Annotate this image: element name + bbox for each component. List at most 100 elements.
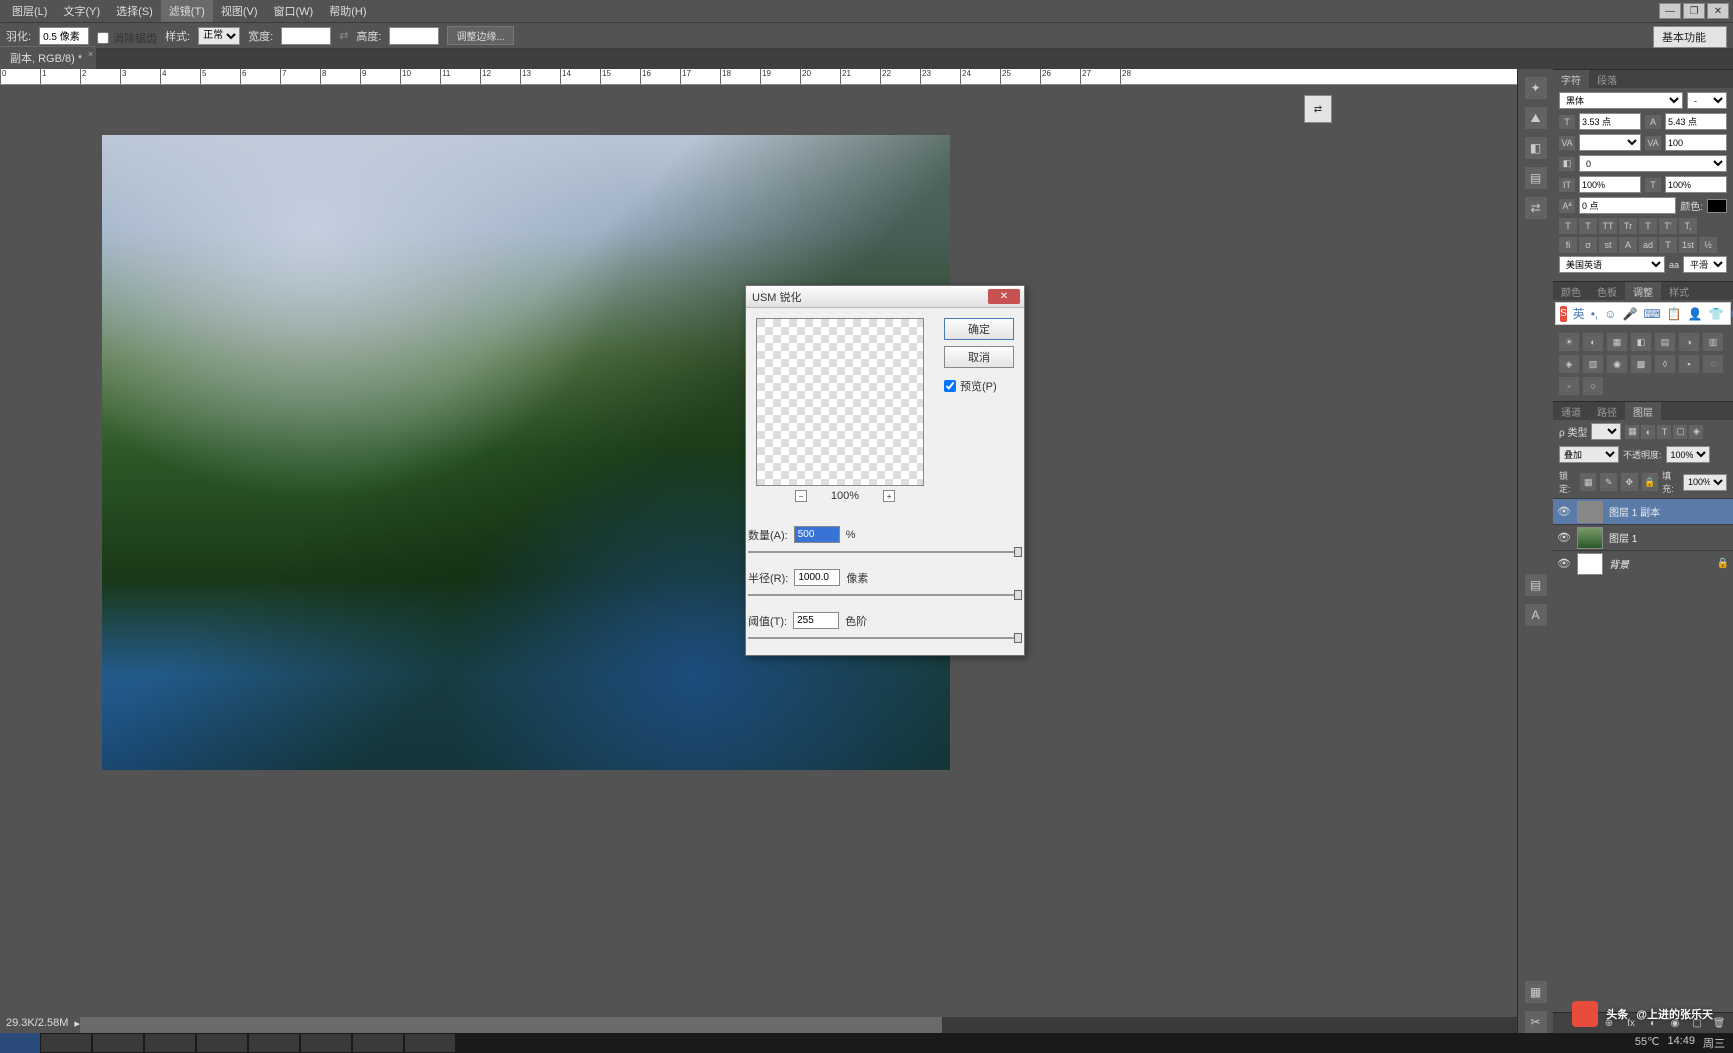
antialias-select[interactable]: 平滑 (1683, 256, 1727, 273)
visibility-icon[interactable]: 👁 (1557, 505, 1571, 519)
tab-channels[interactable]: 通道 (1553, 402, 1589, 420)
swatches-icon[interactable]: ⇄ (1525, 197, 1547, 219)
menu-type[interactable]: 文字(Y) (55, 0, 108, 22)
style-select[interactable]: 正常 (198, 27, 240, 45)
adjustment-icon[interactable]: ▨ (1583, 355, 1603, 373)
adjustment-icon[interactable]: ▫ (1559, 377, 1579, 395)
lock-all-icon[interactable]: 🔒 (1642, 473, 1659, 491)
type-style-button[interactable]: Tr (1619, 218, 1637, 234)
window-maximize[interactable]: ❐ (1683, 3, 1705, 19)
histogram-icon[interactable]: ⛰ (1525, 107, 1547, 129)
type-style-button[interactable]: TT (1599, 218, 1617, 234)
font-size-input[interactable] (1579, 113, 1641, 130)
ime-clip-icon[interactable]: 📋 (1667, 307, 1682, 321)
opentype-button[interactable]: fi (1559, 237, 1577, 253)
opentype-button[interactable]: T (1659, 237, 1677, 253)
tools-icon[interactable]: ✂ (1525, 1011, 1547, 1033)
threshold-input[interactable] (793, 612, 839, 629)
lock-move-icon[interactable]: ✥ (1621, 473, 1638, 491)
height-input[interactable] (389, 27, 439, 45)
amount-slider[interactable] (748, 545, 1022, 559)
opentype-button[interactable]: σ (1579, 237, 1597, 253)
zoom-in-button[interactable]: + (883, 490, 895, 502)
adjustment-icon[interactable]: ◊ (1655, 355, 1675, 373)
menu-layer[interactable]: 图层(L) (4, 0, 55, 22)
adjustment-icon[interactable]: ◑ (1679, 333, 1699, 351)
taskbar-item[interactable] (301, 1034, 351, 1052)
tab-character[interactable]: 字符 (1553, 70, 1589, 88)
adjustment-icon[interactable]: ◈ (1559, 355, 1579, 373)
visibility-icon[interactable]: 👁 (1557, 557, 1571, 571)
ime-toolbar[interactable]: S 英 •, ☺ 🎤 ⌨ 📋 👤 👕 ⚙ (1555, 302, 1731, 325)
swap-icon[interactable]: ⇄ (339, 29, 348, 42)
adjustment-icon[interactable]: ▩ (1631, 355, 1651, 373)
layer-thumbnail[interactable] (1577, 501, 1603, 523)
type-style-button[interactable]: T, (1679, 218, 1697, 234)
refine-edge-button[interactable]: 调整边缘... (447, 26, 513, 45)
layer-filter-icon[interactable]: ▢ (1673, 425, 1687, 439)
adjustment-icon[interactable]: ◉ (1607, 355, 1627, 373)
fill-select[interactable]: 100% (1683, 474, 1727, 491)
dialog-titlebar[interactable]: USM 锐化 ✕ (746, 286, 1024, 308)
layer-row[interactable]: 👁 图层 1 (1553, 524, 1733, 550)
adjustment-icon[interactable]: ◌ (1703, 355, 1723, 373)
kerning-select[interactable] (1579, 134, 1641, 151)
tab-layers[interactable]: 图层 (1625, 402, 1661, 420)
layer-thumbnail[interactable] (1577, 553, 1603, 575)
visibility-icon[interactable]: 👁 (1557, 531, 1571, 545)
vscale-input[interactable] (1579, 176, 1641, 193)
scale-select[interactable]: 0 (1579, 155, 1727, 172)
taskbar-item[interactable] (145, 1034, 195, 1052)
hscale-input[interactable] (1665, 176, 1727, 193)
layer-filter-select[interactable] (1591, 423, 1621, 440)
layer-name[interactable]: 背景 (1609, 556, 1629, 571)
tab-adjustments[interactable]: 调整 (1625, 282, 1661, 300)
adjustment-icon[interactable]: ◧ (1631, 333, 1651, 351)
type-style-button[interactable]: T (1639, 218, 1657, 234)
dialog-preview[interactable] (756, 318, 924, 486)
radius-input[interactable] (794, 569, 840, 586)
tracking-input[interactable] (1665, 134, 1727, 151)
feather-input[interactable] (39, 27, 89, 45)
taskbar-item[interactable] (41, 1034, 91, 1052)
tab-paths[interactable]: 路径 (1589, 402, 1625, 420)
layer-row[interactable]: 👁图层 1 副本 (1553, 498, 1733, 524)
zoom-out-button[interactable]: − (795, 490, 807, 502)
ime-emoji-icon[interactable]: ☺ (1604, 307, 1616, 321)
menu-help[interactable]: 帮助(H) (321, 0, 374, 22)
preview-checkbox[interactable] (944, 380, 956, 392)
type-style-button[interactable]: T' (1659, 218, 1677, 234)
brush-icon[interactable]: ▦ (1525, 981, 1547, 1003)
font-family-select[interactable]: 黑体 (1559, 92, 1683, 109)
opentype-button[interactable]: A (1619, 237, 1637, 253)
layer-filter-icon[interactable]: ▦ (1625, 425, 1639, 439)
leading-input[interactable] (1665, 113, 1727, 130)
text-color-swatch[interactable] (1707, 199, 1727, 213)
ime-settings-icon[interactable]: ⚙ (1730, 307, 1733, 321)
layer-name[interactable]: 图层 1 (1609, 530, 1637, 545)
nav-icon[interactable]: ✦ (1525, 77, 1547, 99)
opentype-button[interactable]: ½ (1699, 237, 1717, 253)
taskbar-item[interactable] (93, 1034, 143, 1052)
font-style-select[interactable]: - (1687, 92, 1727, 109)
clone-icon[interactable]: A (1525, 604, 1547, 626)
start-button[interactable] (0, 1033, 40, 1053)
type-style-button[interactable]: T (1579, 218, 1597, 234)
ime-skin-icon[interactable]: 👕 (1709, 307, 1724, 321)
menu-view[interactable]: 视图(V) (213, 0, 266, 22)
tab-color[interactable]: 颜色 (1553, 282, 1589, 300)
dialog-close-button[interactable]: ✕ (988, 289, 1020, 304)
workspace-dropdown[interactable]: 基本功能 (1653, 26, 1727, 48)
layer-action-icon[interactable]: 🗑 (1711, 1016, 1727, 1030)
tab-styles[interactable]: 样式 (1661, 282, 1697, 300)
ok-button[interactable]: 确定 (944, 318, 1014, 340)
close-tab-icon[interactable]: × (88, 49, 93, 59)
amount-input[interactable] (794, 526, 840, 543)
antialias-checkbox[interactable] (97, 32, 109, 44)
color-icon[interactable]: ▤ (1525, 167, 1547, 189)
menu-filter[interactable]: 滤镜(T) (161, 0, 213, 22)
adjustment-icon[interactable]: ▦ (1607, 333, 1627, 351)
layer-row[interactable]: 👁背景🔒 (1553, 550, 1733, 576)
opentype-button[interactable]: ad (1639, 237, 1657, 253)
opentype-button[interactable]: 1st (1679, 237, 1697, 253)
